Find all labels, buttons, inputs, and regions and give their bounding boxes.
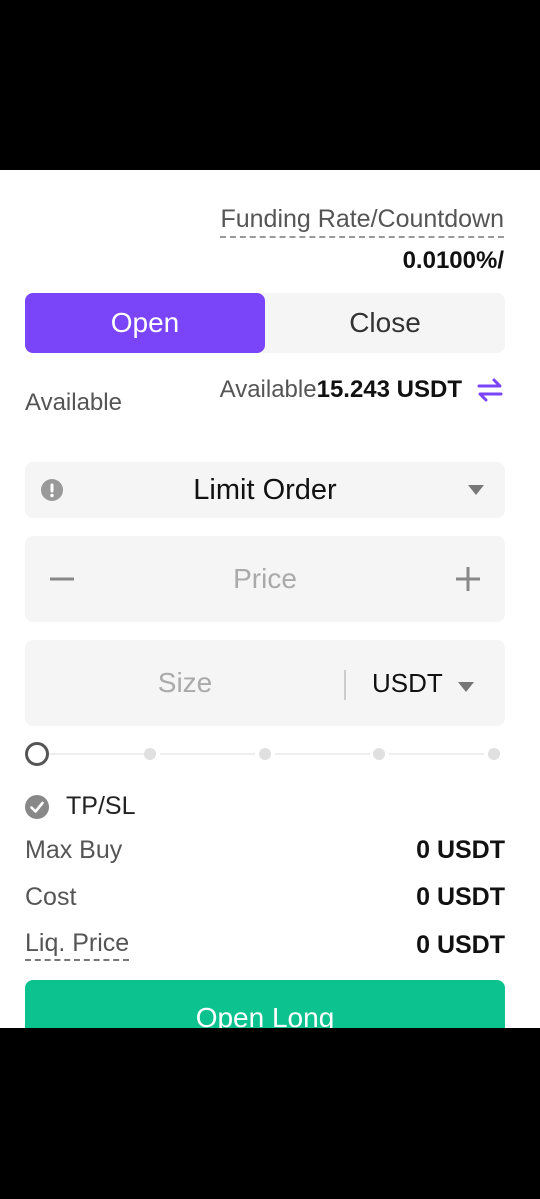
slider-handle[interactable]: [25, 742, 49, 766]
liq-price-label[interactable]: Liq. Price: [25, 929, 130, 961]
price-placeholder: Price: [233, 563, 297, 594]
open-long-button[interactable]: Open Long: [25, 980, 505, 1028]
available-balance-value: 15.243 USDT: [316, 376, 462, 403]
funding-rate-value: 0.0100%/: [402, 247, 504, 274]
slider-track: [49, 753, 144, 755]
available-balance-label: Available: [219, 376, 317, 403]
slider-track: [389, 753, 484, 755]
slider-track: [275, 753, 370, 755]
available-balance: Available 15.243 USDT: [220, 375, 504, 405]
trade-panel: Funding Rate/Countdown 0.0100%/ Open Clo…: [0, 170, 540, 1028]
size-input-group: Size USDT: [25, 640, 505, 726]
transfer-icon[interactable]: [476, 376, 504, 404]
chevron-down-icon: [468, 485, 484, 495]
slider-mark-75[interactable]: [373, 748, 385, 760]
slider-mark-50[interactable]: [259, 748, 271, 760]
max-buy-value: 0 USDT: [416, 836, 505, 864]
order-type-select[interactable]: Limit Order: [25, 462, 505, 518]
price-decrease-icon[interactable]: [47, 564, 77, 594]
tpsl-label: TP/SL: [66, 792, 136, 820]
price-increase-icon[interactable]: [453, 564, 483, 594]
size-slider[interactable]: [25, 740, 505, 768]
slider-mark-25[interactable]: [144, 748, 156, 760]
liq-price-row: Liq. Price 0 USDT: [25, 929, 505, 961]
order-type-label: Limit Order: [193, 473, 337, 506]
open-close-tabs: Open Close: [25, 293, 505, 353]
cost-label: Cost: [25, 883, 77, 911]
price-input[interactable]: Price: [25, 536, 505, 622]
max-buy-label: Max Buy: [25, 836, 123, 864]
cost-value: 0 USDT: [416, 883, 505, 911]
size-unit-select[interactable]: USDT: [372, 640, 443, 726]
checkmark-icon: [25, 794, 49, 819]
slider-track: [160, 753, 255, 755]
chevron-down-icon: [458, 682, 474, 692]
nav-bar-area: [0, 1028, 540, 1199]
status-bar-area: [0, 0, 540, 170]
info-icon[interactable]: [41, 479, 63, 501]
size-input[interactable]: Size: [25, 640, 345, 726]
max-buy-row: Max Buy 0 USDT: [25, 834, 505, 866]
tab-close[interactable]: Close: [265, 293, 505, 353]
slider-mark-100[interactable]: [488, 748, 500, 760]
tab-open[interactable]: Open: [25, 293, 265, 353]
liq-price-value: 0 USDT: [416, 931, 505, 959]
available-label: Available: [25, 389, 122, 416]
tpsl-checkbox[interactable]: TP/SL: [25, 792, 135, 821]
cost-row: Cost 0 USDT: [25, 881, 505, 913]
size-divider: [344, 670, 346, 700]
funding-rate-label[interactable]: Funding Rate/Countdown: [220, 204, 504, 238]
